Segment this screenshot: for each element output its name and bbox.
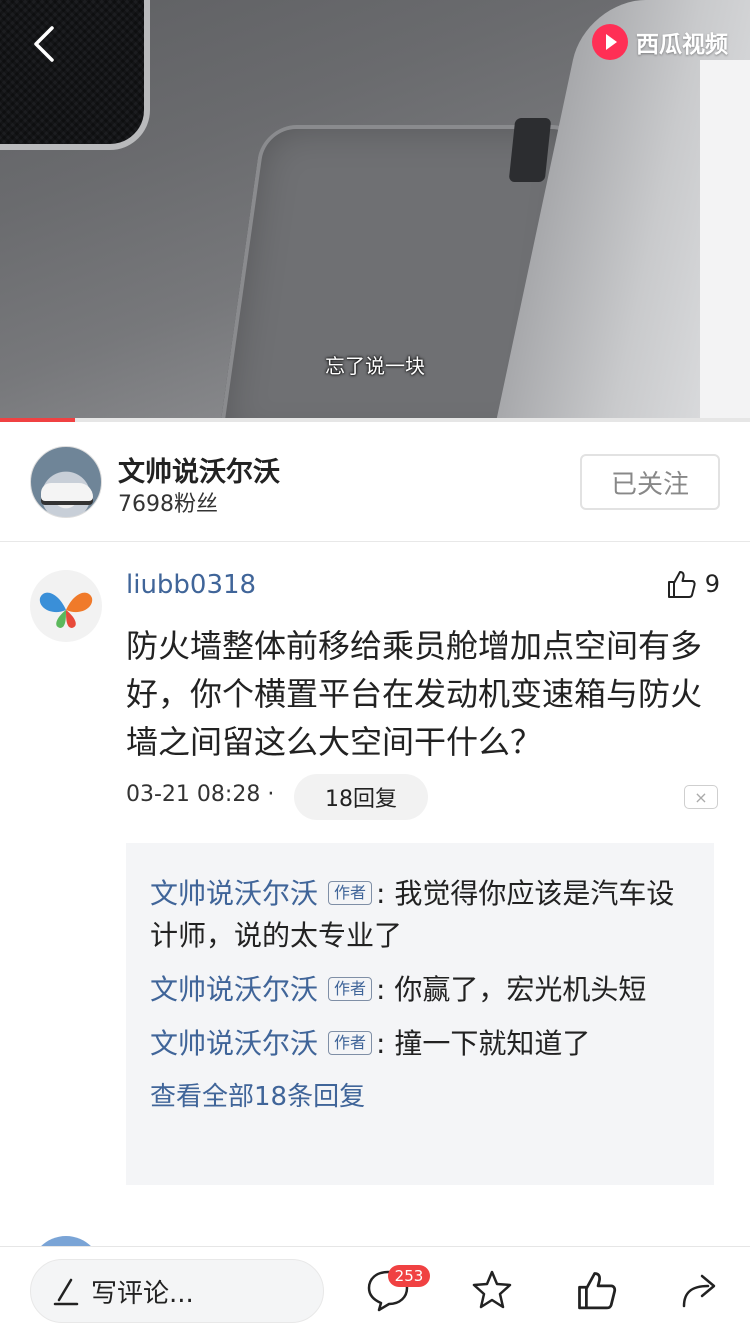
like-button[interactable] [571, 1265, 621, 1315]
favorite-button[interactable] [467, 1265, 517, 1315]
author-fans-count: 7698粉丝 [118, 492, 218, 517]
like-count: 9 [704, 570, 720, 598]
view-all-replies-link[interactable]: 查看全部18条回复 [150, 1077, 690, 1117]
share-icon [682, 1274, 716, 1308]
reply-list: 文帅说沃尔沃 作者: 我觉得你应该是汽车设计师，说的太专业了 文帅说沃尔沃 作者: … [126, 843, 714, 1185]
reply-count-button[interactable]: 18回复 [294, 774, 428, 820]
reply-item[interactable]: 文帅说沃尔沃 作者: 我觉得你应该是汽车设计师，说的太专业了 [150, 873, 690, 957]
comment-like-button[interactable]: 9 [665, 568, 720, 600]
butterfly-logo-icon [39, 592, 93, 628]
author-tag-badge: 作者 [328, 1031, 373, 1055]
video-player[interactable]: 西瓜视频 忘了说一块 [0, 0, 750, 418]
avatar-car-image [41, 483, 93, 501]
reply-text: : 撞一下就知道了 [376, 1027, 591, 1060]
author-row: 文帅说沃尔沃 7698粉丝 已关注 [0, 422, 750, 542]
back-arrow-icon [34, 26, 54, 62]
share-button[interactable] [675, 1265, 725, 1315]
video-frame-pedal [508, 118, 552, 182]
xigua-logo-icon [592, 24, 628, 60]
thumb-up-icon [578, 1272, 617, 1310]
xigua-watermark: 西瓜视频 [592, 24, 728, 60]
dismiss-button[interactable]: × [684, 785, 718, 809]
author-name[interactable]: 文帅说沃尔沃 [118, 450, 280, 489]
star-icon [472, 1270, 512, 1309]
video-subtitle: 忘了说一块 [325, 354, 425, 378]
comment-text: 防火墙整体前移给乘员舱增加点空间有多好，你个横置平台在发动机变速箱与防火墙之间留… [126, 627, 703, 761]
write-comment-placeholder: 写评论... [91, 1278, 194, 1309]
author-tag-badge: 作者 [328, 881, 373, 905]
commenter-name[interactable]: liubb0318 [126, 570, 256, 600]
write-comment-input[interactable]: 写评论... [30, 1259, 324, 1323]
author-avatar[interactable] [30, 446, 102, 518]
video-frame-grille [0, 0, 150, 150]
reply-author-name[interactable]: 文帅说沃尔沃 [150, 877, 318, 910]
xigua-brand-label: 西瓜视频 [636, 32, 728, 58]
commenter-avatar[interactable] [30, 570, 102, 642]
thumb-up-icon [667, 571, 696, 598]
reply-text: : 你赢了，宏光机头短 [376, 973, 647, 1006]
comment-timestamp: 03-21 08:28 · [126, 782, 275, 807]
comment-count-badge: 253 [388, 1265, 430, 1287]
reply-author-name[interactable]: 文帅说沃尔沃 [150, 973, 318, 1006]
reply-item[interactable]: 文帅说沃尔沃 作者: 撞一下就知道了 [150, 1023, 690, 1065]
reply-item[interactable]: 文帅说沃尔沃 作者: 你赢了，宏光机头短 [150, 969, 690, 1011]
pencil-icon [53, 1278, 79, 1306]
follow-button[interactable]: 已关注 [580, 454, 720, 510]
bottom-action-bar: 写评论... 253 [0, 1246, 750, 1334]
author-tag-badge: 作者 [328, 977, 373, 1001]
back-button[interactable] [26, 22, 66, 66]
reply-author-name[interactable]: 文帅说沃尔沃 [150, 1027, 318, 1060]
